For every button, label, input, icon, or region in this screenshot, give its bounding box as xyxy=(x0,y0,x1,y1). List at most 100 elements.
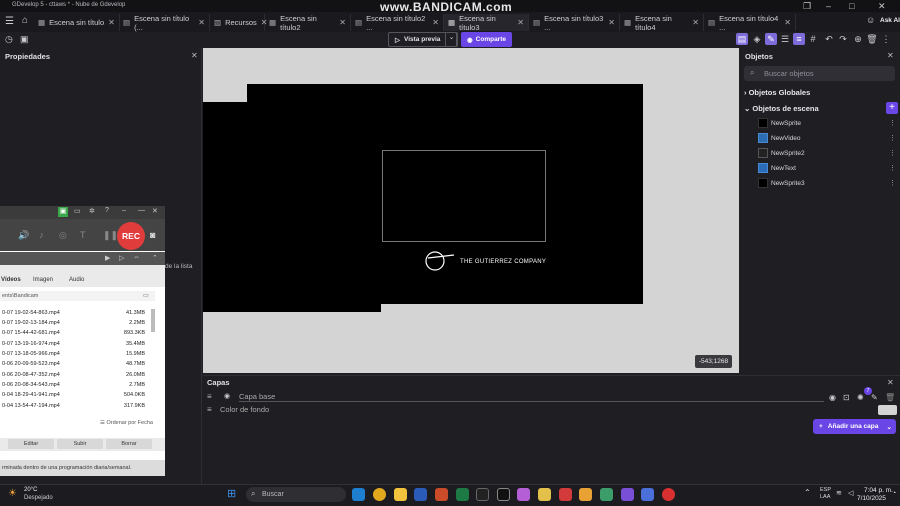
chrome-icon[interactable] xyxy=(373,488,386,501)
object-menu-icon[interactable]: ⋮ xyxy=(889,134,896,142)
close-tab-icon[interactable]: ✕ xyxy=(198,18,205,27)
file-row[interactable]: 0-07 13-18-05-966.mp4 15.9MB xyxy=(0,351,150,361)
close-icon[interactable]: ✕ xyxy=(887,51,894,60)
text-overlay-icon[interactable]: T xyxy=(80,230,86,240)
tab-image[interactable]: Imagen xyxy=(33,277,53,283)
minimize-tray-icon[interactable]: — xyxy=(138,207,145,214)
app-icon-6[interactable] xyxy=(641,488,654,501)
language-indicator[interactable]: ESP LAA xyxy=(820,487,831,501)
object-menu-icon[interactable]: ⋮ xyxy=(889,164,896,172)
tab-scene-1-events[interactable]: ▤ Escena sin título (... ✕ xyxy=(119,14,210,32)
global-objects-toggle[interactable]: › Objetos Globales xyxy=(744,88,810,97)
settings-icon[interactable]: ✲ xyxy=(89,207,95,215)
redo-icon[interactable]: ↷ xyxy=(837,33,849,45)
video-frame[interactable] xyxy=(382,150,546,242)
expand-icon[interactable]: ⇔ xyxy=(133,254,140,261)
lock-icon[interactable]: ▣ xyxy=(58,207,68,217)
edit-icon[interactable]: ✎ xyxy=(765,33,777,45)
share-button[interactable]: ◉ Comparte xyxy=(461,32,512,47)
close-tab-icon[interactable]: ✕ xyxy=(339,18,346,27)
chevron-up-icon[interactable]: ⌃ xyxy=(804,488,811,497)
excel-icon[interactable] xyxy=(456,488,469,501)
file-row[interactable]: 0-07 19-02-13-184.mp4 2.2MB xyxy=(0,320,150,330)
clock-date[interactable]: 7/10/2025 xyxy=(857,495,886,502)
close-tab-icon[interactable]: ✕ xyxy=(108,18,115,27)
object-menu-icon[interactable]: ⋮ xyxy=(889,179,896,187)
close-tab-icon[interactable]: ✕ xyxy=(432,18,439,27)
folder-icon[interactable]: ▭ xyxy=(74,207,81,215)
close-tab-icon[interactable]: ✕ xyxy=(608,18,615,27)
effects-icon[interactable]: ✺ xyxy=(857,393,864,402)
tab-scene-3[interactable]: ▦ Escena sin título3 ✕ xyxy=(444,14,529,32)
edit-button[interactable]: Editar xyxy=(8,439,54,449)
windows-start-icon[interactable]: ⊞ xyxy=(227,487,236,500)
minimize-icon[interactable]: – xyxy=(122,207,126,214)
grid-icon[interactable]: # xyxy=(807,33,819,45)
tab-resources[interactable]: ▧ Recursos ✕ xyxy=(210,14,267,31)
add-object-button[interactable]: + xyxy=(886,102,898,114)
edge-icon[interactable] xyxy=(352,488,365,501)
file-row[interactable]: 0-07 13-19-16-974.mp4 35.4MB xyxy=(0,341,150,351)
speaker-icon[interactable]: 🔊 xyxy=(18,230,29,241)
close-icon[interactable]: ✕ xyxy=(152,207,158,215)
file-row[interactable]: 0-06 20-09-59-523.mp4 48.7MB xyxy=(0,361,150,371)
taskbar-search[interactable]: Buscar xyxy=(246,487,346,502)
object-item[interactable]: NewText xyxy=(758,163,796,173)
lock-icon[interactable]: ⊡ xyxy=(843,393,850,402)
close-tab-icon[interactable]: ✕ xyxy=(784,18,791,27)
object-item[interactable]: NewSprite2 xyxy=(758,148,805,158)
app-icon-4[interactable] xyxy=(579,488,592,501)
close-window-icon[interactable]: ✕ xyxy=(878,1,886,12)
close-icon[interactable]: ✕ xyxy=(887,378,894,387)
visibility-eye-icon[interactable]: ◉ xyxy=(829,393,836,402)
bandicam-taskbar-icon[interactable] xyxy=(662,488,675,501)
delete-button[interactable]: Borrar xyxy=(106,439,152,449)
weather-temp[interactable]: 20°C xyxy=(24,487,37,493)
tab-scene-4-events[interactable]: ▤ Escena sin título4 ... ✕ xyxy=(704,14,796,32)
object-item[interactable]: NewSprite xyxy=(758,118,801,128)
file-row[interactable]: 0-07 15-44-42-681.mp4 893.3KB xyxy=(0,330,150,340)
camera-icon[interactable]: ◙ xyxy=(150,230,155,240)
object-menu-icon[interactable]: ⋮ xyxy=(889,119,896,127)
close-tab-icon[interactable]: ✕ xyxy=(517,18,524,27)
tab-scene-2-events[interactable]: ▤ Escena sin título2 ... ✕ xyxy=(351,14,444,32)
menu-icon[interactable]: ☰ xyxy=(5,16,14,27)
preview-dropdown[interactable]: ⌄ xyxy=(445,32,458,47)
restore-icon[interactable]: ❐ xyxy=(803,1,811,12)
tab-scene-1[interactable]: ▦ Escena sin título ✕ xyxy=(34,14,120,31)
close-tab-icon[interactable]: ✕ xyxy=(692,18,699,27)
word-icon[interactable] xyxy=(414,488,427,501)
scrollbar[interactable] xyxy=(151,309,155,332)
file-explorer-icon[interactable] xyxy=(394,488,407,501)
upload-button[interactable]: Subir xyxy=(57,439,103,449)
file-row[interactable]: 0-07 19-02-54-863.mp4 41.3MB xyxy=(0,310,150,320)
properties-icon[interactable]: ≡ xyxy=(793,33,805,45)
app-icon[interactable] xyxy=(517,488,530,501)
delete-icon[interactable]: 🗑 xyxy=(866,33,878,45)
weather-sun-icon[interactable]: ☀ xyxy=(8,488,17,499)
image-icon[interactable]: ▣ xyxy=(20,34,29,45)
maximize-icon[interactable]: □ xyxy=(849,1,854,11)
sort-by-date[interactable]: ☰ Ordenar por Fecha xyxy=(100,420,153,426)
volume-icon[interactable]: ◁ xyxy=(848,489,853,497)
robot-icon[interactable]: ☺ xyxy=(866,15,875,25)
base-layer-name[interactable]: Capa base xyxy=(239,392,275,401)
bg-color-swatch[interactable] xyxy=(878,405,897,415)
weather-desc[interactable]: Despejado xyxy=(24,495,53,501)
scene-objects-toggle[interactable]: ⌄ Objetos de escena xyxy=(744,104,819,113)
search-objects-input[interactable] xyxy=(744,66,895,81)
drag-handle-icon[interactable]: ≡ xyxy=(207,392,212,401)
gdevelop-icon[interactable] xyxy=(621,488,634,501)
folder-icon[interactable]: ▭ xyxy=(143,292,149,299)
history-icon[interactable]: ◷ xyxy=(5,34,13,45)
file-row[interactable]: 0-04 13-54-47-194.mp4 317.9KB xyxy=(0,403,150,413)
add-layer-button[interactable]: + Añadir una capa ⌄ xyxy=(813,419,896,434)
more-icon[interactable]: ⋮ xyxy=(880,33,892,45)
objects-panel-icon[interactable]: ▤ xyxy=(736,33,748,45)
file-row[interactable]: 0-04 18-29-41-941.mp4 504.0KB xyxy=(0,392,150,402)
tab-audio[interactable]: Audio xyxy=(69,277,84,283)
close-icon[interactable]: ✕ xyxy=(191,51,198,60)
mic-icon[interactable]: ♪ xyxy=(39,230,44,240)
delete-icon[interactable]: 🗑 xyxy=(885,393,895,402)
notification-icon[interactable]: ◔ xyxy=(892,490,896,497)
